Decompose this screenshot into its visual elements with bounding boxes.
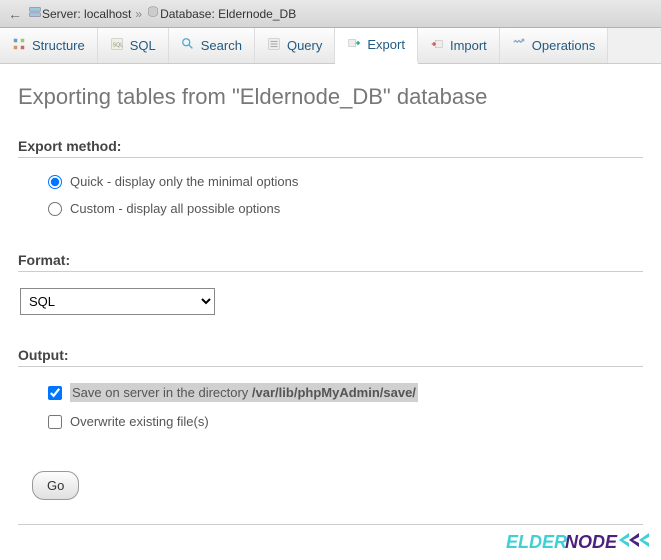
save-on-server-checkbox[interactable] <box>48 386 62 400</box>
server-label: Server: <box>42 7 81 21</box>
overwrite-row[interactable]: Overwrite existing file(s) <box>48 414 643 429</box>
format-heading: Format: <box>18 252 643 272</box>
server-name[interactable]: localhost <box>84 7 131 21</box>
export-method-custom-row[interactable]: Custom - display all possible options <box>48 201 643 216</box>
format-select[interactable]: SQL <box>20 288 215 315</box>
tab-query[interactable]: Query <box>255 28 335 63</box>
export-method-quick-row[interactable]: Quick - display only the minimal options <box>48 174 643 189</box>
radio-quick[interactable] <box>48 175 62 189</box>
back-arrow-icon[interactable]: ← <box>8 6 22 22</box>
query-icon <box>267 37 281 54</box>
output-group: Save on server in the directory /var/lib… <box>18 379 643 453</box>
tabs-bar: Structure SQL SQL Search Query Export Im… <box>0 28 661 64</box>
server-icon <box>28 5 42 22</box>
tab-label: SQL <box>130 38 156 53</box>
database-label: Database: <box>160 7 215 21</box>
radio-custom-label[interactable]: Custom - display all possible options <box>70 201 280 216</box>
save-on-server-row[interactable]: Save on server in the directory /var/lib… <box>48 383 643 402</box>
tab-search[interactable]: Search <box>169 28 255 63</box>
radio-custom[interactable] <box>48 202 62 216</box>
content-divider <box>18 524 643 525</box>
export-icon <box>347 36 361 53</box>
tab-export[interactable]: Export <box>335 28 418 64</box>
tab-import[interactable]: Import <box>418 28 500 63</box>
content-area: Exporting tables from "Eldernode_DB" dat… <box>0 64 661 545</box>
svg-text:SQL: SQL <box>112 43 123 49</box>
overwrite-checkbox[interactable] <box>48 415 62 429</box>
tab-operations[interactable]: Operations <box>500 28 609 63</box>
overwrite-label[interactable]: Overwrite existing file(s) <box>70 414 209 429</box>
breadcrumb: ← Server: localhost » Database: Eldernod… <box>0 0 661 28</box>
tab-label: Import <box>450 38 487 53</box>
save-on-server-label[interactable]: Save on server in the directory /var/lib… <box>70 383 418 402</box>
tab-label: Structure <box>32 38 85 53</box>
search-icon <box>181 37 195 54</box>
export-method-heading: Export method: <box>18 138 643 158</box>
page-title: Exporting tables from "Eldernode_DB" dat… <box>18 84 643 110</box>
tab-sql[interactable]: SQL SQL <box>98 28 169 63</box>
format-select-container: SQL <box>18 284 643 335</box>
watermark-arrow-icon <box>619 531 651 554</box>
database-icon <box>146 5 160 22</box>
watermark: ELDERNODE <box>506 531 651 554</box>
sql-icon: SQL <box>110 37 124 54</box>
tab-label: Query <box>287 38 322 53</box>
radio-quick-label[interactable]: Quick - display only the minimal options <box>70 174 298 189</box>
structure-icon <box>12 37 26 54</box>
import-icon <box>430 37 444 54</box>
database-name[interactable]: Eldernode_DB <box>218 7 296 21</box>
tab-label: Export <box>367 37 405 52</box>
tab-structure[interactable]: Structure <box>0 28 98 63</box>
operations-icon <box>512 37 526 54</box>
output-heading: Output: <box>18 347 643 367</box>
export-method-group: Quick - display only the minimal options… <box>18 170 643 240</box>
tab-label: Search <box>201 38 242 53</box>
go-button[interactable]: Go <box>32 471 79 500</box>
tab-label: Operations <box>532 38 596 53</box>
breadcrumb-sep: » <box>135 7 142 21</box>
